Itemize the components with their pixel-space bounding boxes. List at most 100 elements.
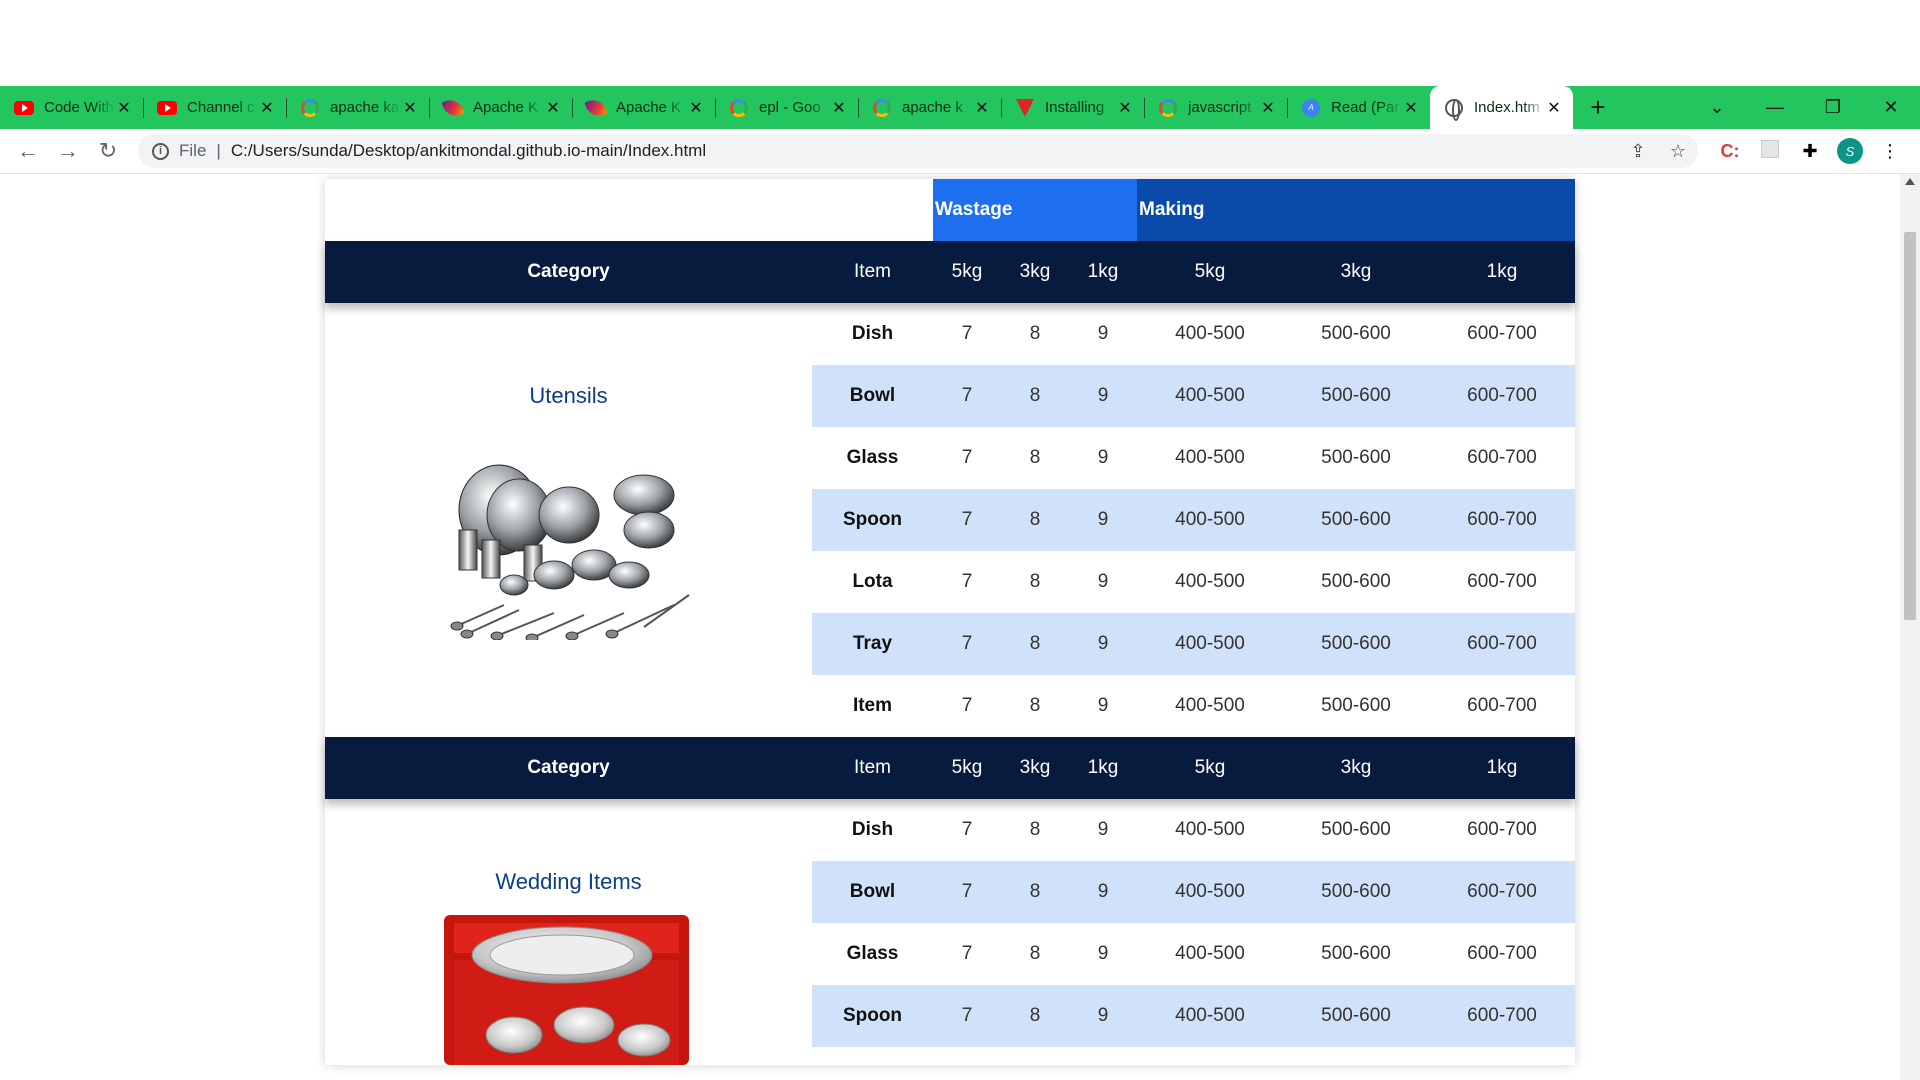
close-tab-icon[interactable]: ✕ <box>1259 99 1277 117</box>
col-header-m1: 1kg <box>1486 261 1518 282</box>
bookmark-star-icon[interactable]: ☆ <box>1658 141 1698 162</box>
browser-tab[interactable]: Index.htm ✕ <box>1430 86 1573 129</box>
close-window-icon[interactable]: ✕ <box>1862 97 1920 118</box>
tab-search-icon[interactable]: ⌄ <box>1688 97 1746 118</box>
info-icon[interactable]: i <box>152 142 169 160</box>
table-row: Dish 7 8 9 400-500 500-600 600-700 <box>812 799 1575 861</box>
cell-m1: 600-700 <box>1467 633 1537 654</box>
tab-strip: Code With ✕ Channel c ✕ apache ka ✕ Apache K ✕ A… <box>0 86 1920 129</box>
toolbar: ← → ↻ i File | C:/Users/sunda/Desktop/an… <box>0 129 1920 174</box>
cell-item: Glass <box>846 943 899 964</box>
url-text[interactable]: C:/Users/sunda/Desktop/ankitmondal.githu… <box>231 141 706 161</box>
table-row: Tray 7 8 9 400-500 500-600 600-700 <box>812 613 1575 675</box>
close-tab-icon[interactable]: ✕ <box>1402 99 1420 117</box>
extension-blank-icon[interactable] <box>1750 139 1790 163</box>
cell-m3: 500-600 <box>1321 943 1391 964</box>
cell-w1: 9 <box>1097 695 1109 716</box>
cell-w5: 7 <box>961 633 973 654</box>
url-separator: | <box>216 141 221 160</box>
cell-w3: 8 <box>1029 881 1041 902</box>
profile-avatar[interactable]: S <box>1830 138 1870 164</box>
url-scheme: File <box>179 141 207 160</box>
cell-w1: 9 <box>1097 819 1109 840</box>
youtube-icon <box>157 98 177 118</box>
cell-w1: 9 <box>1097 509 1109 530</box>
cell-item: Spoon <box>842 509 903 530</box>
close-tab-icon[interactable]: ✕ <box>1545 99 1563 117</box>
scroll-up-arrow-icon[interactable] <box>1905 178 1915 185</box>
vivaldi-icon <box>1015 98 1035 118</box>
extension-c-icon[interactable]: C: <box>1710 141 1750 162</box>
browser-tab[interactable]: apache k ✕ <box>858 86 1001 129</box>
close-tab-icon[interactable]: ✕ <box>973 99 991 117</box>
close-tab-icon[interactable]: ✕ <box>401 99 419 117</box>
col-header-m1: 1kg <box>1486 757 1518 778</box>
category-cell: Wedding Items <box>325 799 812 1065</box>
close-tab-icon[interactable]: ✕ <box>544 99 562 117</box>
cell-w5: 7 <box>961 447 973 468</box>
col-header-m3: 3kg <box>1340 261 1372 282</box>
col-header-w5: 5kg <box>951 757 983 778</box>
cell-w5: 7 <box>961 695 973 716</box>
cell-m3: 500-600 <box>1321 571 1391 592</box>
cell-w3: 8 <box>1029 385 1041 406</box>
table-header-row: Category Item 5kg 3kg 1kg 5kg 3kg 1kg <box>325 737 1575 799</box>
group-header-row: Wastage Making <box>325 179 1575 241</box>
globe-icon <box>1444 98 1464 121</box>
minimize-icon[interactable]: — <box>1746 97 1804 118</box>
scroll-thumb[interactable] <box>1904 232 1916 620</box>
cell-w1: 9 <box>1097 571 1109 592</box>
cell-m1: 600-700 <box>1467 447 1537 468</box>
category-cell: Utensils <box>325 303 812 737</box>
close-tab-icon[interactable]: ✕ <box>115 99 133 117</box>
cell-m1: 600-700 <box>1467 1005 1537 1026</box>
share-icon[interactable]: ⇪ <box>1618 141 1658 162</box>
back-arrow-icon[interactable]: ← <box>8 138 48 164</box>
col-header-w1: 1kg <box>1087 261 1119 282</box>
puzzle-extensions-icon[interactable]: ✚ <box>1790 141 1830 162</box>
cell-m3: 500-600 <box>1321 819 1391 840</box>
cell-w1: 9 <box>1097 1005 1109 1026</box>
cell-m3: 500-600 <box>1321 509 1391 530</box>
utensils-image <box>450 464 690 640</box>
close-tab-icon[interactable]: ✕ <box>258 99 276 117</box>
browser-tab[interactable]: Code With ✕ <box>0 86 143 129</box>
cell-item: Dish <box>851 323 894 344</box>
browser-tab[interactable]: A Read (Par ✕ <box>1287 86 1430 129</box>
browser-tab[interactable]: apache ka ✕ <box>286 86 429 129</box>
cell-w5: 7 <box>961 571 973 592</box>
browser-tab[interactable]: Apache K ✕ <box>572 86 715 129</box>
col-header-category: Category <box>527 757 610 778</box>
address-bar[interactable]: i File | C:/Users/sunda/Desktop/ankitmon… <box>138 134 1698 168</box>
browser-tab[interactable]: Installing ✕ <box>1001 86 1144 129</box>
page-viewport: Wastage Making Category Item 5kg 3kg 1kg 5kg 3… <box>0 174 1920 1080</box>
browser-tab[interactable]: javascript ✕ <box>1144 86 1287 129</box>
browser-tab[interactable]: Channel c ✕ <box>143 86 286 129</box>
category-section: Wedding Items Dish 7 8 9 400-500 500-600 600-7… <box>325 799 1575 1065</box>
close-tab-icon[interactable]: ✕ <box>1116 99 1134 117</box>
table-row: Item 7 8 9 400-500 500-600 600-700 <box>812 675 1575 737</box>
cell-m3: 500-600 <box>1321 695 1391 716</box>
vertical-scrollbar[interactable] <box>1900 174 1920 1080</box>
table-row: Glass 7 8 9 400-500 500-600 600-700 <box>812 427 1575 489</box>
wedding-items-image <box>443 915 689 1065</box>
cell-m1: 600-700 <box>1467 571 1537 592</box>
cell-m3: 500-600 <box>1321 323 1391 344</box>
close-tab-icon[interactable]: ✕ <box>687 99 705 117</box>
close-tab-icon[interactable]: ✕ <box>830 99 848 117</box>
cell-item: Item <box>852 695 893 716</box>
reload-icon[interactable]: ↻ <box>88 138 128 164</box>
omnibox-actions: ⇪ ☆ <box>1618 141 1698 162</box>
col-header-w3: 3kg <box>1019 757 1051 778</box>
restore-icon[interactable]: ❐ <box>1804 97 1862 118</box>
browser-tab[interactable]: epl - Goo ✕ <box>715 86 858 129</box>
menu-kebab-icon[interactable]: ⋮ <box>1870 141 1910 162</box>
forward-arrow-icon[interactable]: → <box>48 138 88 164</box>
cell-m5: 400-500 <box>1175 633 1245 654</box>
col-header-w3: 3kg <box>1019 261 1051 282</box>
category-section: Utensils Dish 7 8 9 400-500 500-600 600-… <box>325 303 1575 737</box>
browser-tab[interactable]: Apache K ✕ <box>429 86 572 129</box>
new-tab-button[interactable]: + <box>1573 86 1623 129</box>
cell-w3: 8 <box>1029 1005 1041 1026</box>
cell-w3: 8 <box>1029 571 1041 592</box>
